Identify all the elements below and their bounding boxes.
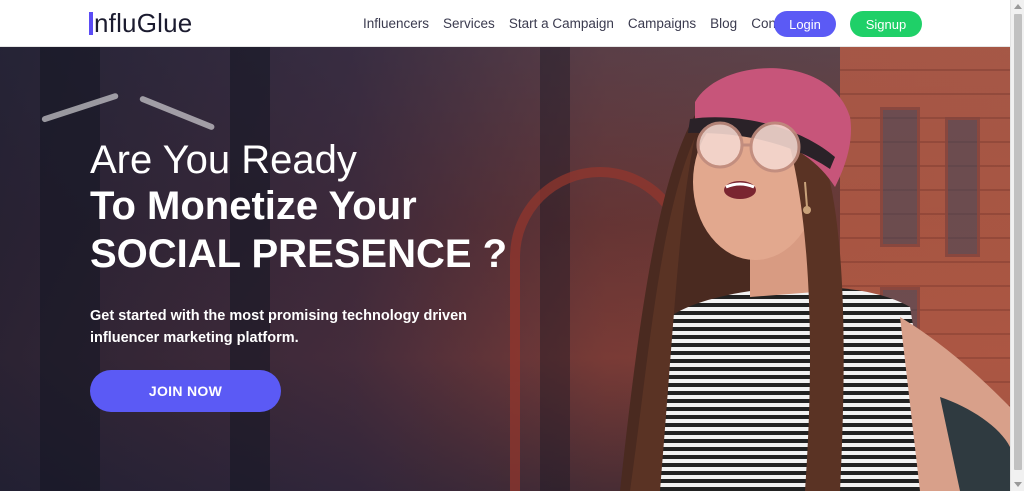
- hero-heading-line2: To Monetize Your: [90, 184, 417, 228]
- nav-item-services[interactable]: Services: [443, 16, 495, 31]
- ceiling-light: [138, 95, 216, 131]
- scroll-up-arrow-icon[interactable]: [1014, 4, 1022, 9]
- brand-logo[interactable]: nfluGlue: [89, 8, 192, 39]
- main-nav: Influencers Services Start a Campaign Ca…: [363, 16, 812, 31]
- nav-item-campaigns[interactable]: Campaigns: [628, 16, 696, 31]
- join-now-button[interactable]: JOIN NOW: [90, 370, 281, 412]
- scrollbar-thumb[interactable]: [1014, 14, 1022, 470]
- nav-item-influencers[interactable]: Influencers: [363, 16, 429, 31]
- hero-heading-line3: SOCIAL PRESENCE ?: [90, 232, 508, 276]
- hero-heading: Are You Ready To Monetize Your SOCIAL PR…: [90, 137, 507, 279]
- hero-section: Are You Ready To Monetize Your SOCIAL PR…: [0, 47, 1010, 491]
- hero-subtitle: Get started with the most promising tech…: [90, 308, 468, 346]
- logo-initial-bar: [89, 12, 93, 35]
- nav-item-blog[interactable]: Blog: [710, 16, 737, 31]
- logo-text: nfluGlue: [94, 8, 193, 38]
- hero-heading-line1: Are You Ready: [90, 138, 357, 182]
- signup-button[interactable]: Signup: [850, 11, 922, 37]
- nav-item-start-campaign[interactable]: Start a Campaign: [509, 16, 614, 31]
- woman-photo: [620, 68, 1010, 491]
- scroll-down-arrow-icon[interactable]: [1014, 482, 1022, 487]
- login-button[interactable]: Login: [774, 11, 836, 37]
- site-header: nfluGlue Influencers Services Start a Ca…: [0, 0, 1010, 47]
- page-scrollbar[interactable]: [1010, 0, 1024, 491]
